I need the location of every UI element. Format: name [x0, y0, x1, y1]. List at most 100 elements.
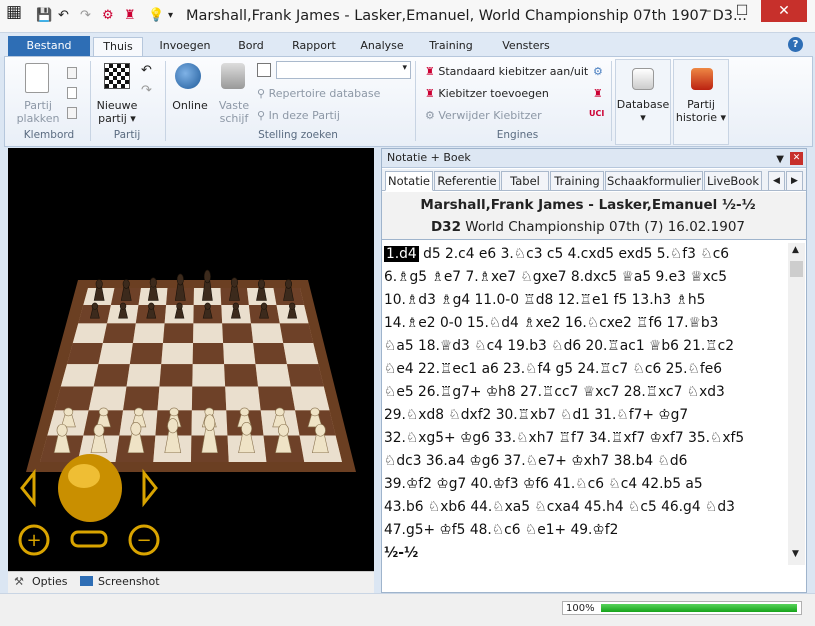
board-square[interactable] [224, 364, 259, 387]
online-search-button[interactable]: Online [168, 99, 212, 112]
board-square[interactable] [159, 364, 193, 387]
minimize-button[interactable]: – [693, 0, 723, 22]
file-tab[interactable]: Bestand [8, 36, 90, 56]
move-line[interactable]: 10.♗d3 ♗g4 11.0-0 ♖d8 12.♖e1 f5 13.h3 ♗h… [384, 289, 788, 312]
board-square[interactable] [192, 343, 225, 365]
board-square[interactable] [286, 364, 324, 387]
tab-notatie[interactable]: Notatie [385, 171, 433, 191]
board-square[interactable] [250, 323, 284, 344]
engine-icon[interactable]: ⚙ [102, 9, 114, 23]
add-kibitzer-button[interactable]: ♜ Kiebitzer toevoegen [425, 87, 549, 100]
board-square[interactable] [123, 386, 160, 411]
app-chess-icon[interactable]: ▦ [6, 4, 22, 21]
board-square[interactable] [157, 386, 193, 411]
document-icon[interactable] [67, 87, 77, 99]
move-list-scrollbar[interactable]: ▲ ▼ [788, 243, 805, 565]
board-square[interactable] [126, 364, 162, 387]
paste-game-button[interactable]: Partij plakken [13, 99, 63, 125]
tab-thuis[interactable]: Thuis [93, 37, 143, 57]
engine-settings-icon[interactable]: ⚙ [593, 65, 603, 78]
board-square[interactable] [225, 386, 261, 411]
move-line[interactable]: 47.g5+ ♔f5 48.♘c6 ♘e1+ 49.♔f2 [384, 519, 788, 542]
redo-icon[interactable]: ↷ [80, 9, 91, 23]
help-icon[interactable]: ? [788, 37, 803, 52]
left-arrow-icon[interactable] [20, 468, 36, 508]
tab-training[interactable]: Training [550, 171, 604, 191]
chess-board-svg[interactable]: + − [8, 148, 374, 571]
navigation-knob[interactable] [58, 454, 122, 522]
hard-disk-search-button[interactable]: Vaste schijf [213, 99, 255, 125]
board-square[interactable] [132, 323, 165, 344]
tab-rapport[interactable]: Rapport [284, 37, 344, 57]
tab-tabel[interactable]: Tabel [501, 171, 549, 191]
board-square[interactable] [162, 323, 194, 344]
uci-icon[interactable]: UCI [589, 109, 604, 118]
scrollbar-thumb[interactable] [790, 261, 803, 277]
cut-icon[interactable] [67, 107, 77, 119]
board-square[interactable] [255, 364, 291, 387]
board-square[interactable] [93, 364, 130, 387]
board-square[interactable] [283, 343, 319, 365]
board-square[interactable] [279, 323, 314, 344]
board-square[interactable] [191, 386, 227, 411]
position-search-combo[interactable]: ▾ [276, 61, 411, 79]
board-square[interactable] [98, 343, 133, 365]
repertoire-database-button[interactable]: ⚲ Repertoire database [257, 87, 380, 100]
screenshot-button[interactable]: Screenshot [98, 575, 160, 588]
board-square[interactable] [253, 343, 287, 365]
move-line[interactable]: 43.b6 ♘xb6 44.♘xa5 ♘cxa4 45.h4 ♘c5 46.g4… [384, 496, 788, 519]
tab-schaakformulier[interactable]: Schaakformulier [605, 171, 703, 191]
tabs-scroll-right-icon[interactable]: ▶ [786, 171, 803, 191]
flag-icon[interactable]: ♜ [124, 9, 136, 23]
move-line[interactable]: 14.♗e2 0-0 15.♘d4 ♗xe2 16.♘cxe2 ♖f6 17.♕… [384, 312, 788, 335]
maximize-button[interactable]: ☐ [727, 0, 757, 22]
tab-analyse[interactable]: Analyse [352, 37, 412, 57]
move-list[interactable]: 1.d4 d5 2.c4 e6 3.♘c3 c5 4.cxd5 exd5 5.♘… [384, 243, 788, 563]
options-icon[interactable]: ⚒ [14, 575, 24, 588]
board-square[interactable] [258, 386, 296, 411]
tab-referentie[interactable]: Referentie [434, 171, 500, 191]
in-this-game-button[interactable]: ⚲ In deze Partij [257, 109, 340, 122]
remove-kibitzer-button[interactable]: ⚙ Verwijder Kiebitzer [425, 109, 542, 122]
board-square[interactable] [54, 386, 94, 411]
quick-access-menu-icon[interactable]: ▾ [168, 9, 173, 23]
undo-icon[interactable]: ↶ [58, 9, 69, 23]
screenshot-icon[interactable] [80, 576, 93, 586]
move-line[interactable]: 39.♔f2 ♔g7 40.♔f3 ♔f6 41.♘c6 ♘c4 42.b5 a… [384, 473, 788, 496]
move-line[interactable]: 29.♘xd8 ♘dxf2 30.♖xb7 ♘d1 31.♘f7+ ♔g7 [384, 404, 788, 427]
move-line[interactable]: 1.d4 d5 2.c4 e6 3.♘c3 c5 4.cxd5 exd5 5.♘… [384, 243, 788, 266]
move-line[interactable]: ♘dc3 36.a4 ♔g6 37.♘e7+ ♔xh7 38.b4 ♘d6 [384, 450, 788, 473]
board-square[interactable] [161, 343, 194, 365]
move-line[interactable]: ♘e4 22.♖ec1 a6 23.♘f4 g5 24.♖c7 ♘c6 25.♘… [384, 358, 788, 381]
moves-text[interactable]: d5 2.c4 e6 3.♘c3 c5 4.cxd5 exd5 5.♘f3 ♘c… [423, 246, 729, 262]
board-square[interactable] [88, 386, 127, 411]
database-button[interactable]: Database ▾ [615, 59, 671, 145]
copy-icon[interactable] [67, 67, 77, 79]
engine-flag-icon[interactable]: ♜ [593, 87, 603, 100]
close-button[interactable]: ✕ [761, 0, 807, 22]
board-square[interactable] [129, 343, 163, 365]
3d-board-view[interactable]: + − [8, 148, 374, 571]
board-square[interactable] [102, 323, 136, 344]
board-square[interactable] [60, 364, 99, 387]
default-kibitzer-toggle[interactable]: ♜ Standaard kiebitzer aan/uit [425, 65, 588, 78]
lightbulb-icon[interactable]: 💡 [148, 9, 164, 23]
board-square[interactable] [193, 323, 224, 344]
rotate-right-icon[interactable]: ↷ [141, 83, 152, 98]
move-line[interactable]: ♘a5 18.♕d3 ♘c4 19.b3 ♘d6 20.♖ac1 ♕b6 21.… [384, 335, 788, 358]
panel-menu-icon[interactable]: ▼ [776, 151, 784, 169]
board-square[interactable] [223, 343, 256, 365]
move-line[interactable]: 32.♘xg5+ ♔g6 33.♘xh7 ♖f7 34.♖xf7 ♔xf7 35… [384, 427, 788, 450]
down-arrow-icon[interactable] [70, 530, 108, 548]
tab-bord[interactable]: Bord [226, 37, 276, 57]
tab-invoegen[interactable]: Invoegen [150, 37, 220, 57]
board-square[interactable] [222, 323, 254, 344]
rotate-left-icon[interactable]: ↶ [141, 63, 152, 78]
board-square[interactable] [67, 343, 103, 365]
new-game-button[interactable]: Nieuwe partij ▾ [91, 99, 143, 125]
search-list-icon[interactable] [257, 63, 271, 77]
right-arrow-icon[interactable] [142, 468, 158, 508]
move-line[interactable]: ♘e5 26.♖g7+ ♔h8 27.♖cc7 ♕xc7 28.♖xc7 ♘xd… [384, 381, 788, 404]
scroll-down-icon[interactable]: ▼ [792, 549, 799, 559]
game-history-button[interactable]: Partij historie ▾ [673, 59, 729, 145]
